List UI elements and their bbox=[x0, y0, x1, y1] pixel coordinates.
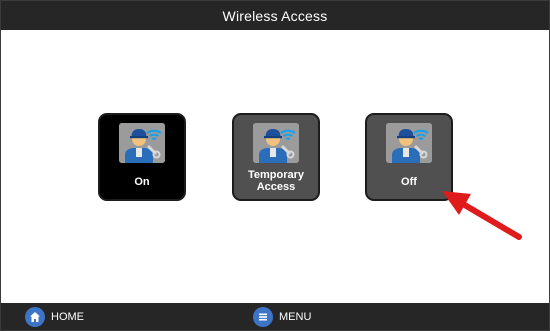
technician-wifi-icon bbox=[119, 123, 165, 163]
off-label: Off bbox=[401, 176, 417, 188]
wireless-access-screen: Wireless Access On Temporary Access Off bbox=[0, 0, 550, 331]
home-icon bbox=[25, 306, 45, 327]
option-tiles: On Temporary Access Off bbox=[1, 1, 549, 330]
on-button[interactable]: On bbox=[98, 113, 186, 201]
technician-wifi-icon bbox=[386, 123, 432, 163]
temporary-access-label: Temporary Access bbox=[247, 169, 305, 193]
menu-icon bbox=[253, 306, 273, 327]
on-label: On bbox=[134, 176, 150, 188]
temporary-access-button[interactable]: Temporary Access bbox=[232, 113, 320, 201]
menu-button[interactable]: MENU bbox=[253, 303, 311, 330]
menu-label: MENU bbox=[279, 310, 312, 323]
home-label: HOME bbox=[51, 310, 84, 323]
bottom-nav-bar: HOME MENU bbox=[1, 303, 549, 330]
off-button[interactable]: Off bbox=[365, 113, 453, 201]
home-button[interactable]: HOME bbox=[25, 303, 84, 330]
technician-wifi-icon bbox=[253, 123, 299, 163]
